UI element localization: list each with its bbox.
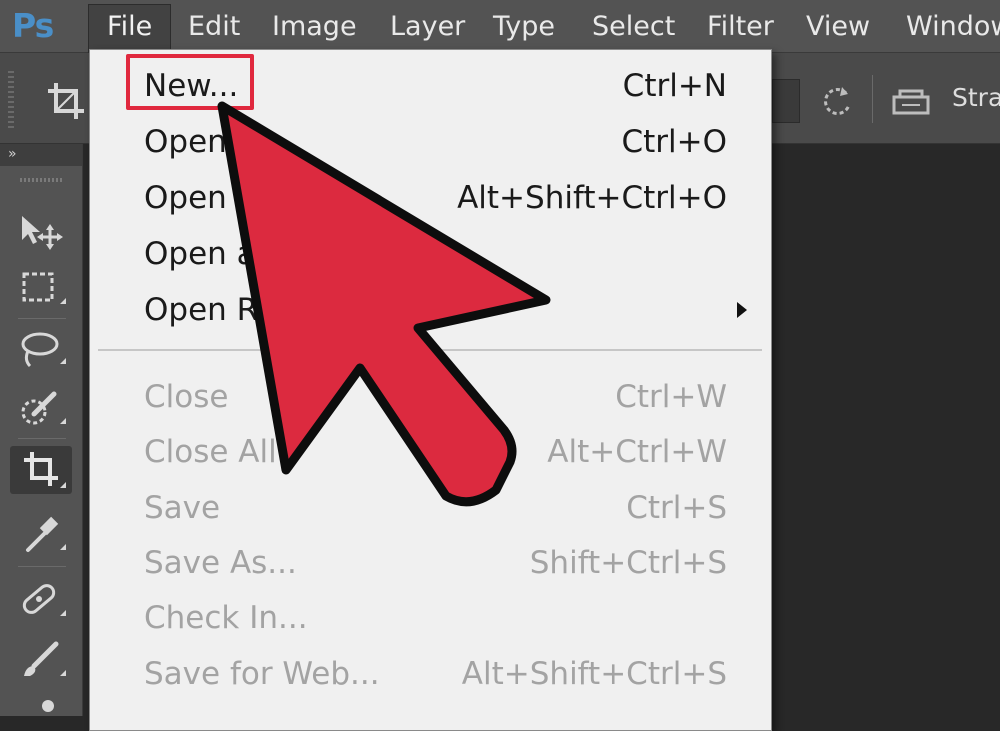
pointer-arrow-icon <box>217 101 551 507</box>
